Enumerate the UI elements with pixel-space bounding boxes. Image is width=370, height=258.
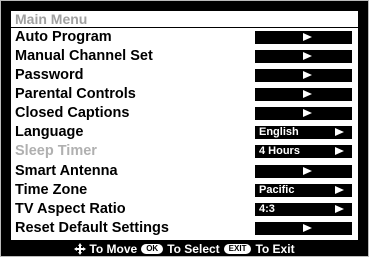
menu-item-label: Reset Default Settings (15, 220, 169, 236)
menu-item-tv-aspect-ratio[interactable]: TV Aspect Ratio 4:3 (11, 200, 358, 219)
right-arrow-icon (303, 71, 312, 79)
submenu-button[interactable] (255, 69, 352, 82)
menu-title-bar: Main Menu (11, 11, 358, 27)
right-arrow-icon (303, 109, 312, 117)
four-way-arrows-icon (74, 243, 87, 255)
menu-item-manual-channel-set[interactable]: Manual Channel Set (11, 47, 358, 66)
menu-item-reset-default-settings[interactable]: Reset Default Settings (11, 219, 358, 238)
setting-value: 4 Hours (259, 145, 300, 157)
right-arrow-icon (335, 205, 344, 213)
setting-value-box[interactable]: 4 Hours (255, 145, 352, 158)
right-arrow-icon (303, 224, 312, 232)
right-arrow-icon (303, 167, 312, 175)
menu-item-closed-captions[interactable]: Closed Captions (11, 104, 358, 123)
exit-key-badge: EXIT (223, 244, 252, 254)
submenu-button[interactable] (255, 222, 352, 235)
menu-item-label: Auto Program (15, 29, 112, 45)
menu-item-label: Parental Controls (15, 86, 136, 102)
menu-item-language[interactable]: Language English (11, 123, 358, 142)
setting-value: English (259, 126, 299, 138)
right-arrow-icon (303, 33, 312, 41)
main-menu: Main Menu Auto Program Manual Channel Set… (0, 0, 369, 257)
menu-item-sleep-timer[interactable]: Sleep Timer 4 Hours (11, 142, 358, 161)
menu-item-label: Manual Channel Set (15, 48, 153, 64)
submenu-button[interactable] (255, 31, 352, 44)
menu-list: Auto Program Manual Channel Set Password Pa… (11, 28, 358, 240)
move-hint: To Move (89, 242, 138, 256)
menu-item-label: TV Aspect Ratio (15, 201, 126, 217)
right-arrow-icon (335, 147, 344, 155)
right-arrow-icon (303, 90, 312, 98)
right-arrow-icon (335, 128, 344, 136)
exit-hint: To Exit (255, 242, 295, 256)
right-arrow-icon (335, 186, 344, 194)
menu-item-auto-program[interactable]: Auto Program (11, 28, 358, 47)
menu-item-label: Smart Antenna (15, 163, 118, 179)
submenu-button[interactable] (255, 107, 352, 120)
help-bar: To Move OK To Select EXIT To Exit (11, 242, 358, 256)
menu-item-password[interactable]: Password (11, 66, 358, 85)
submenu-button[interactable] (255, 88, 352, 101)
setting-value: Pacific (259, 184, 295, 196)
right-arrow-icon (303, 52, 312, 60)
menu-item-label: Password (15, 67, 84, 83)
menu-item-label: Sleep Timer (15, 143, 97, 159)
menu-title: Main Menu (15, 11, 88, 27)
menu-item-smart-antenna[interactable]: Smart Antenna (11, 162, 358, 181)
setting-value-box[interactable]: 4:3 (255, 203, 352, 216)
menu-item-label: Closed Captions (15, 105, 130, 121)
submenu-button[interactable] (255, 50, 352, 63)
setting-value: 4:3 (259, 203, 275, 215)
setting-value-box[interactable]: Pacific (255, 184, 352, 197)
menu-item-time-zone[interactable]: Time Zone Pacific (11, 181, 358, 200)
setting-value-box[interactable]: English (255, 126, 352, 139)
submenu-button[interactable] (255, 165, 352, 178)
menu-item-label: Language (15, 124, 84, 140)
select-hint: To Select (167, 242, 220, 256)
menu-item-label: Time Zone (15, 182, 88, 198)
menu-item-parental-controls[interactable]: Parental Controls (11, 85, 358, 104)
ok-key-badge: OK (141, 244, 164, 254)
